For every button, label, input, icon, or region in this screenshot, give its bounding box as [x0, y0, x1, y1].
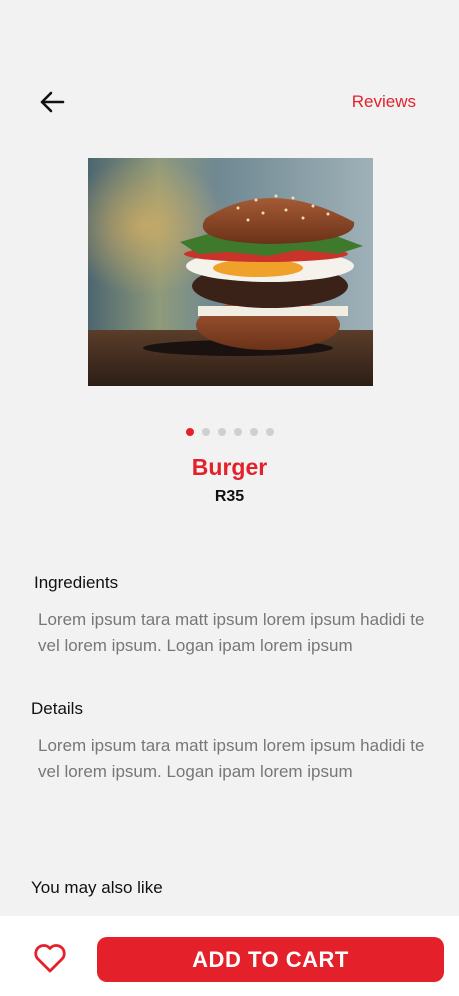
- heart-icon: [34, 944, 66, 973]
- you-may-also-like-title: You may also like: [31, 878, 163, 897]
- product-image: [88, 158, 373, 386]
- image-carousel-indicator: [0, 428, 459, 436]
- carousel-dot[interactable]: [201, 428, 210, 436]
- carousel-dot[interactable]: [249, 428, 258, 436]
- back-button[interactable]: [38, 88, 66, 116]
- arrow-left-icon: [40, 91, 65, 113]
- ingredients-title: Ingredients: [34, 573, 119, 592]
- add-to-cart-button[interactable]: ADD TO CART: [97, 937, 444, 982]
- product-price: R35: [214, 488, 245, 505]
- favorite-button[interactable]: [32, 940, 68, 976]
- details-text: Lorem ipsum tara matt ipsum lorem ipsum …: [38, 736, 425, 781]
- reviews-link[interactable]: Reviews: [352, 92, 416, 112]
- carousel-dot[interactable]: [265, 428, 274, 436]
- details-title: Details: [31, 699, 83, 718]
- carousel-dot[interactable]: [233, 428, 242, 436]
- carousel-dot[interactable]: [185, 428, 194, 436]
- ingredients-text: Lorem ipsum tara matt ipsum lorem ipsum …: [38, 610, 425, 655]
- carousel-dot[interactable]: [217, 428, 226, 436]
- product-name: Burger: [191, 454, 268, 480]
